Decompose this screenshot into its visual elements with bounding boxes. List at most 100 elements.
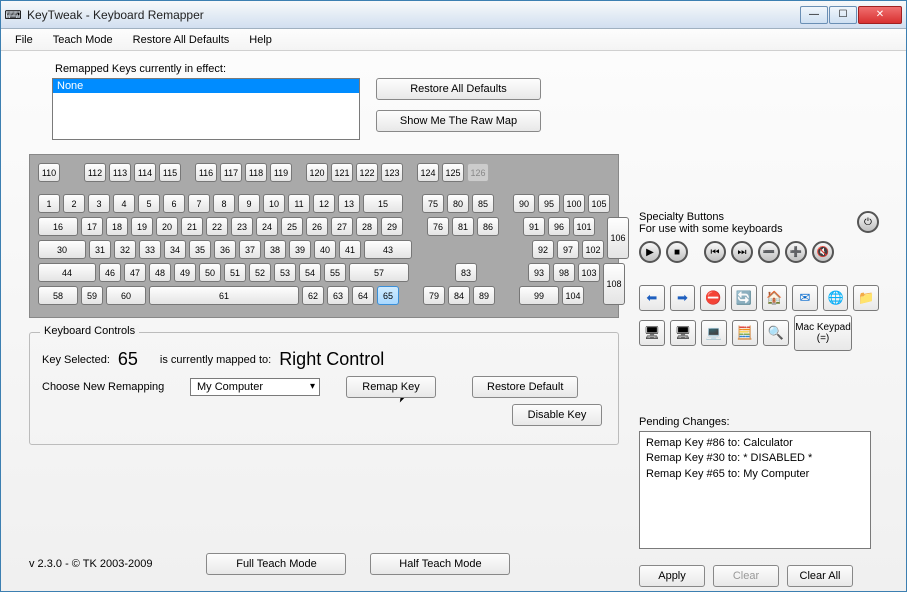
restore-default-button[interactable]: Restore Default [472, 376, 578, 398]
home-icon[interactable]: 🏠 [762, 285, 788, 311]
key[interactable]: 58 [38, 286, 78, 305]
key[interactable]: 52 [249, 263, 271, 282]
key[interactable]: 1 [38, 194, 60, 213]
key[interactable]: 3 [88, 194, 110, 213]
key[interactable]: 33 [139, 240, 161, 259]
key[interactable]: 30 [38, 240, 86, 259]
key[interactable]: 75 [422, 194, 444, 213]
pending-item[interactable]: Remap Key #30 to: * DISABLED * [646, 451, 864, 466]
key[interactable]: 98 [553, 263, 575, 282]
key[interactable]: 51 [224, 263, 246, 282]
key[interactable]: 125 [442, 163, 464, 182]
key[interactable]: 16 [38, 217, 78, 236]
key[interactable]: 7 [188, 194, 210, 213]
key[interactable]: 105 [588, 194, 610, 213]
key[interactable]: 13 [338, 194, 360, 213]
monitor1-icon[interactable]: 🖥 [639, 320, 665, 346]
key[interactable]: 32 [114, 240, 136, 259]
key[interactable]: 11 [288, 194, 310, 213]
next-icon[interactable]: ⏭ [731, 241, 753, 263]
key[interactable]: 80 [447, 194, 469, 213]
key[interactable]: 15 [363, 194, 403, 213]
key[interactable]: 50 [199, 263, 221, 282]
mail-icon[interactable]: ✉ [792, 285, 818, 311]
menu-restore-defaults[interactable]: Restore All Defaults [125, 32, 238, 48]
pending-item[interactable]: Remap Key #86 to: Calculator [646, 436, 864, 451]
mute-icon[interactable]: 🔇 [812, 241, 834, 263]
key[interactable]: 39 [289, 240, 311, 259]
key[interactable]: 91 [523, 217, 545, 236]
key-space[interactable]: 61 [149, 286, 299, 305]
key[interactable]: 121 [331, 163, 353, 182]
vol-down-icon[interactable]: ➖ [758, 241, 780, 263]
maximize-button[interactable]: ☐ [829, 6, 857, 24]
key[interactable]: 62 [302, 286, 324, 305]
key[interactable]: 17 [81, 217, 103, 236]
key[interactable]: 117 [220, 163, 242, 182]
key[interactable]: 124 [417, 163, 439, 182]
key[interactable]: 113 [109, 163, 131, 182]
key[interactable]: 49 [174, 263, 196, 282]
key[interactable]: 35 [189, 240, 211, 259]
key[interactable]: 37 [239, 240, 261, 259]
key[interactable]: 123 [381, 163, 403, 182]
key[interactable]: 12 [313, 194, 335, 213]
search-icon[interactable]: 🔍 [763, 320, 789, 346]
key[interactable]: 103 [578, 263, 600, 282]
key[interactable]: 24 [256, 217, 278, 236]
apply-button[interactable]: Apply [639, 565, 705, 587]
key[interactable]: 93 [528, 263, 550, 282]
pending-item[interactable]: Remap Key #65 to: My Computer [646, 467, 864, 482]
power-icon[interactable]: ⏻ [857, 211, 879, 233]
menu-file[interactable]: File [7, 32, 41, 48]
key[interactable]: 89 [473, 286, 495, 305]
restore-all-defaults-button[interactable]: Restore All Defaults [376, 78, 541, 100]
menu-help[interactable]: Help [241, 32, 280, 48]
key[interactable]: 115 [159, 163, 181, 182]
prev-icon[interactable]: ⏮ [704, 241, 726, 263]
key[interactable]: 47 [124, 263, 146, 282]
key[interactable]: 110 [38, 163, 60, 182]
key[interactable]: 22 [206, 217, 228, 236]
key[interactable]: 20 [156, 217, 178, 236]
key[interactable]: 85 [472, 194, 494, 213]
key[interactable]: 4 [113, 194, 135, 213]
key[interactable]: 25 [281, 217, 303, 236]
key[interactable]: 31 [89, 240, 111, 259]
key[interactable]: 79 [423, 286, 445, 305]
key[interactable]: 92 [532, 240, 554, 259]
menu-teach-mode[interactable]: Teach Mode [45, 32, 121, 48]
key[interactable]: 76 [427, 217, 449, 236]
clear-all-button[interactable]: Clear All [787, 565, 853, 587]
key[interactable]: 38 [264, 240, 286, 259]
key[interactable]: 34 [164, 240, 186, 259]
show-raw-map-button[interactable]: Show Me The Raw Map [376, 110, 541, 132]
half-teach-mode-button[interactable]: Half Teach Mode [370, 553, 510, 575]
key[interactable]: 40 [314, 240, 336, 259]
key[interactable]: 112 [84, 163, 106, 182]
key[interactable]: 104 [562, 286, 584, 305]
key[interactable]: 5 [138, 194, 160, 213]
globe-icon[interactable]: 🌐 [823, 285, 849, 311]
key[interactable]: 23 [231, 217, 253, 236]
key[interactable]: 27 [331, 217, 353, 236]
key[interactable]: 106 [607, 217, 629, 259]
key[interactable]: 29 [381, 217, 403, 236]
key[interactable]: 114 [134, 163, 156, 182]
key[interactable]: 84 [448, 286, 470, 305]
key[interactable]: 19 [131, 217, 153, 236]
play-icon[interactable]: ▶ [639, 241, 661, 263]
key[interactable]: 60 [106, 286, 146, 305]
key[interactable]: 102 [582, 240, 604, 259]
key[interactable]: 36 [214, 240, 236, 259]
key[interactable]: 2 [63, 194, 85, 213]
key-disabled[interactable]: 126 [467, 163, 489, 182]
key[interactable]: 81 [452, 217, 474, 236]
key[interactable]: 122 [356, 163, 378, 182]
key[interactable]: 41 [339, 240, 361, 259]
key[interactable]: 108 [603, 263, 625, 305]
key[interactable]: 43 [364, 240, 412, 259]
stop-icon[interactable]: ■ [666, 241, 688, 263]
pending-changes-list[interactable]: Remap Key #86 to: Calculator Remap Key #… [639, 431, 871, 549]
key[interactable]: 119 [270, 163, 292, 182]
